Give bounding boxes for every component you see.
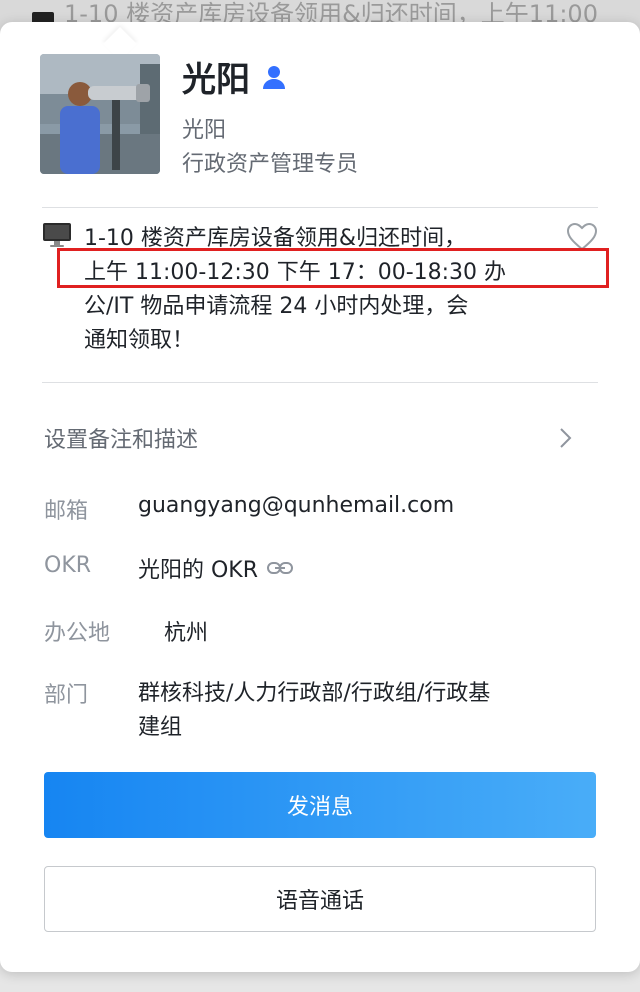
status-message: 1-10 楼资产库房设备领用&归还时间， 上午 11:00-12:30 下午 1…: [84, 222, 564, 358]
monitor-icon: [42, 222, 72, 248]
person-icon: [260, 63, 288, 91]
avatar[interactable]: [40, 54, 160, 174]
dept-label: 部门: [44, 683, 89, 708]
office-value: 杭州: [164, 621, 209, 646]
profile-name: 光阳: [182, 60, 250, 100]
chevron-right-icon: [558, 426, 574, 450]
highlight-box: [57, 248, 609, 288]
dept-value: 群核科技/人力行政部/行政组/行政基 建组: [138, 677, 490, 745]
office-label: 办公地: [44, 621, 111, 646]
status-line: 公/IT 物品申请流程 24 小时内处理，会: [84, 294, 469, 319]
profile-alias: 光阳: [182, 118, 227, 143]
voice-call-button[interactable]: 语音通话: [44, 866, 596, 932]
name-row: 光阳: [182, 52, 288, 101]
email-value[interactable]: guangyang@qunhemail.com: [138, 493, 454, 518]
remark-label: 设置备注和描述: [44, 428, 199, 453]
okr-label: OKR: [44, 553, 92, 578]
status-line: 通知领取！: [84, 328, 195, 353]
divider: [42, 382, 598, 383]
profile-title: 行政资产管理专员: [182, 152, 359, 177]
okr-row[interactable]: 光阳的 OKR: [138, 552, 294, 584]
remark-row[interactable]: 设置备注和描述: [44, 420, 574, 456]
dept-line: 建组: [138, 715, 183, 740]
divider: [42, 207, 598, 208]
dept-line: 群核科技/人力行政部/行政组/行政基: [138, 681, 491, 706]
okr-value[interactable]: 光阳的 OKR: [138, 552, 258, 584]
email-label: 邮箱: [44, 499, 89, 524]
link-icon: [266, 559, 294, 577]
send-message-button[interactable]: 发消息: [44, 772, 596, 838]
